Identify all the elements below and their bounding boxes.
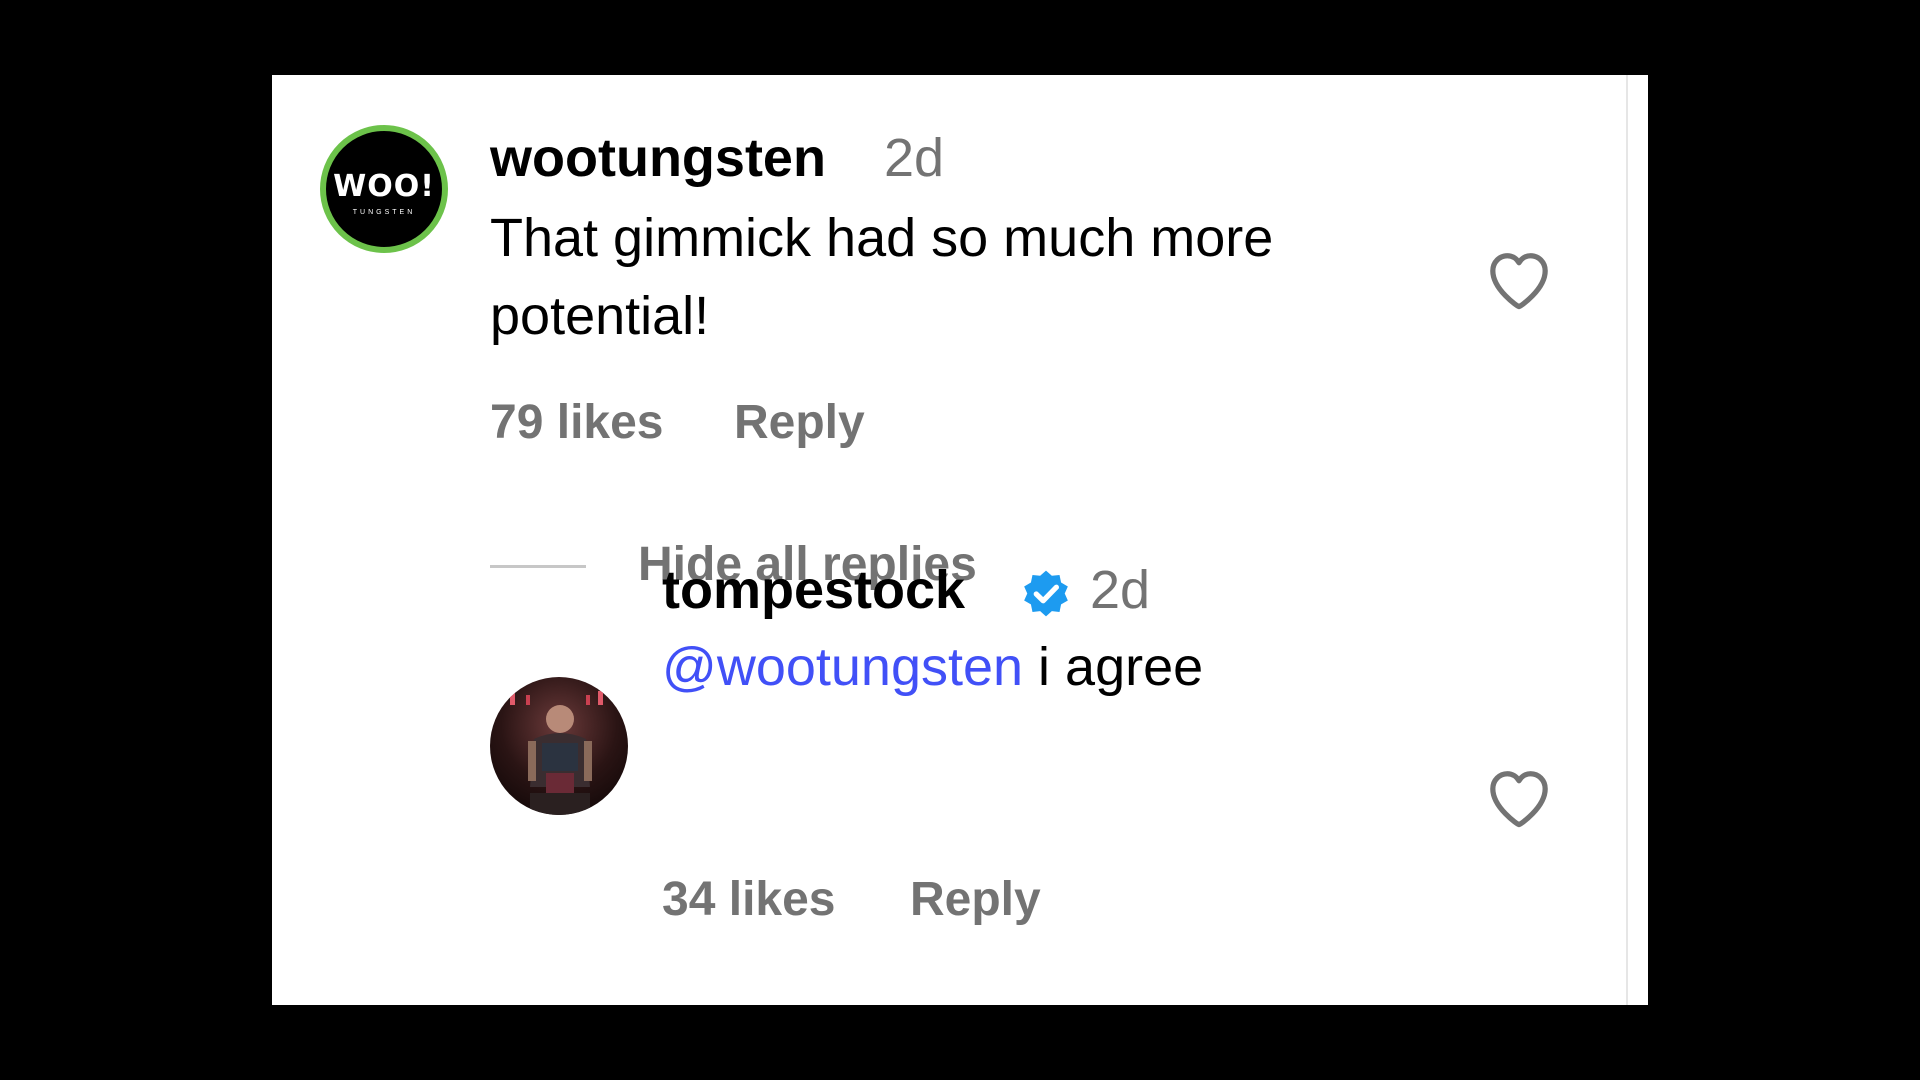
verified-badge-icon [1024, 570, 1068, 617]
avatar-logo-subtext: TUNGSTEN [352, 209, 416, 216]
comment-timestamp[interactable]: 2d [884, 127, 944, 189]
replies-divider [490, 565, 586, 568]
comment-text-line-2: potential! [490, 286, 710, 346]
heart-icon[interactable] [1484, 765, 1554, 829]
scrollbar-track[interactable] [1626, 75, 1628, 1005]
avatar-tompestock[interactable] [490, 677, 628, 815]
reply-text-body: i agree [1023, 637, 1204, 697]
comments-panel: WOO! TUNGSTEN wootungsten 2d That gimmic… [272, 75, 1648, 1005]
reply-text: @wootungsten i agree [662, 635, 1203, 699]
reply-button[interactable]: Reply [734, 395, 865, 450]
comment-username[interactable]: wootungsten [490, 127, 826, 189]
comment-text-line-1: That gimmick had so much more [490, 208, 1274, 268]
heart-icon[interactable] [1484, 247, 1554, 311]
reply-username[interactable]: tompestock [662, 559, 965, 621]
mention-link[interactable]: @wootungsten [662, 637, 1023, 697]
reply-timestamp[interactable]: 2d [1090, 559, 1150, 621]
reply-likes-count[interactable]: 34 likes [662, 872, 835, 927]
reply-reply-button[interactable]: Reply [910, 872, 1041, 927]
avatar-wootungsten[interactable]: WOO! TUNGSTEN [320, 125, 448, 253]
avatar-logo-text: WOO! [333, 169, 435, 204]
avatar-photo-image [490, 677, 628, 815]
comment-text: That gimmick had so much more potential! [490, 199, 1273, 355]
likes-count[interactable]: 79 likes [490, 395, 663, 450]
